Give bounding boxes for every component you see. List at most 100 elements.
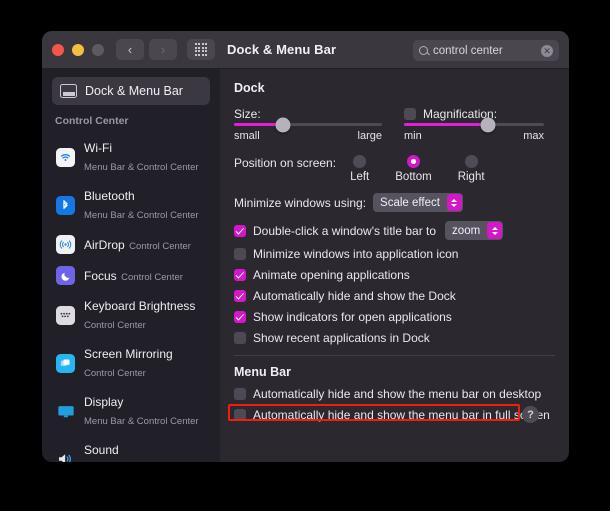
sidebar-item-display[interactable]: Display Menu Bar & Control Center bbox=[52, 388, 210, 434]
dock-size-label: Size: bbox=[234, 107, 261, 121]
dock-size-slider[interactable]: small large bbox=[234, 117, 382, 142]
sidebar-item-subtitle: Menu Bar & Control Center bbox=[84, 210, 199, 221]
settings-pane: Dock Size: small large Magnification: mi… bbox=[220, 69, 569, 462]
sidebar-item-text: Display Menu Bar & Control Center bbox=[84, 393, 206, 429]
magnification-max-label: max bbox=[523, 130, 544, 142]
dock-checkbox-row: Automatically hide and show the Dock bbox=[234, 289, 555, 303]
position-on-screen-row: Position on screen: Left Bottom Right bbox=[234, 155, 555, 183]
hide-menu-bar-fullscreen-label: Automatically hide and show the menu bar… bbox=[253, 408, 550, 422]
sidebar-item-label: Screen Mirroring bbox=[84, 347, 173, 361]
page-title: Dock & Menu Bar bbox=[227, 42, 337, 57]
animate-opening-checkbox[interactable] bbox=[234, 269, 246, 281]
sidebar-item-wifi[interactable]: Wi-Fi Menu Bar & Control Center bbox=[52, 134, 210, 180]
chevron-updown-icon bbox=[487, 222, 503, 239]
position-option-left[interactable]: Left bbox=[350, 155, 369, 183]
back-button[interactable]: ‹ bbox=[116, 39, 144, 60]
sidebar-item-keyboard-brightness[interactable]: Keyboard Brightness Control Center bbox=[52, 292, 210, 338]
auto-hide-dock-checkbox[interactable] bbox=[234, 290, 246, 302]
monitor-icon bbox=[60, 84, 77, 98]
window-titlebar: ‹ › Dock & Menu Bar control center ✕ bbox=[42, 31, 569, 69]
radio-right[interactable] bbox=[464, 155, 478, 168]
double-click-action-popup[interactable]: zoom bbox=[445, 221, 504, 240]
show-recent-apps-label: Show recent applications in Dock bbox=[253, 331, 430, 345]
slider-end-labels: small large bbox=[234, 130, 382, 142]
minimize-effect-label: Minimize windows using: bbox=[234, 195, 367, 210]
sidebar-item-label: Wi-Fi bbox=[84, 141, 112, 155]
menu-bar-section-title: Menu Bar bbox=[234, 365, 291, 379]
slider-track bbox=[404, 117, 544, 132]
radio-bottom-label: Bottom bbox=[395, 171, 432, 183]
sidebar-item-screen-mirroring[interactable]: Screen Mirroring Control Center bbox=[52, 340, 210, 386]
sidebar-item-text: Focus Control Center bbox=[84, 267, 183, 285]
section-divider bbox=[234, 355, 555, 356]
sidebar-item-focus[interactable]: Focus Control Center bbox=[52, 261, 210, 290]
show-all-grid-icon[interactable] bbox=[187, 39, 215, 60]
position-radio-group: Left Bottom Right bbox=[350, 155, 485, 183]
slider-row: Size: small large Magnification: min max bbox=[234, 105, 555, 142]
clear-search-icon[interactable]: ✕ bbox=[541, 44, 553, 57]
search-input[interactable]: control center bbox=[433, 45, 536, 57]
dock-checkbox-row: Show indicators for open applications bbox=[234, 310, 555, 324]
sidebar-item-subtitle: Control Center bbox=[84, 368, 146, 379]
radio-left-label: Left bbox=[350, 171, 370, 183]
sidebar-item-label: AirDrop bbox=[84, 237, 125, 252]
window-body: Dock & Menu Bar Control Center Wi-Fi Men… bbox=[42, 69, 569, 462]
minimize-into-icon-checkbox[interactable] bbox=[234, 248, 246, 260]
dock-size-group: Size: small large bbox=[234, 105, 382, 142]
display-icon bbox=[56, 402, 75, 421]
sidebar-item-subtitle: Control Center bbox=[84, 320, 146, 331]
sidebar-item-text: Screen Mirroring Control Center bbox=[84, 345, 206, 381]
help-button[interactable]: ? bbox=[522, 406, 539, 423]
minimize-effect-popup[interactable]: Scale effect bbox=[373, 193, 463, 212]
sidebar-item-text: Sound Menu Bar & Control Center bbox=[84, 441, 206, 462]
menu-bar-checkbox-row: Automatically hide and show the menu bar… bbox=[234, 387, 555, 401]
double-click-row: Double-click a window's title bar to zoo… bbox=[234, 221, 555, 240]
sidebar-item-subtitle: Menu Bar & Control Center bbox=[84, 416, 199, 427]
slider-knob[interactable] bbox=[480, 117, 496, 132]
show-indicators-label: Show indicators for open applications bbox=[253, 310, 452, 324]
sidebar-item-label: Sound bbox=[84, 443, 119, 457]
radio-left[interactable] bbox=[353, 155, 367, 168]
sidebar-item-label: Keyboard Brightness bbox=[84, 299, 196, 313]
sidebar-item-subtitle: Control Center bbox=[121, 271, 183, 283]
sidebar-item-text: Wi-Fi Menu Bar & Control Center bbox=[84, 139, 206, 175]
sidebar-item-dock-menu-bar[interactable]: Dock & Menu Bar bbox=[52, 77, 210, 105]
dock-size-label-row: Size: bbox=[234, 105, 382, 123]
slider-track bbox=[234, 117, 382, 132]
dock-size-max-label: large bbox=[357, 130, 382, 142]
navigation-buttons: ‹ › bbox=[116, 39, 177, 60]
show-recent-apps-checkbox[interactable] bbox=[234, 332, 246, 344]
position-label: Position on screen: bbox=[234, 156, 337, 170]
sidebar-item-sound[interactable]: Sound Menu Bar & Control Center bbox=[52, 436, 210, 462]
zoom-button bbox=[92, 43, 104, 56]
position-option-bottom[interactable]: Bottom bbox=[395, 155, 432, 183]
close-button[interactable] bbox=[52, 43, 64, 56]
position-option-right[interactable]: Right bbox=[458, 155, 485, 183]
double-click-checkbox[interactable] bbox=[234, 224, 246, 237]
sidebar-item-text: AirDrop Control Center bbox=[84, 236, 191, 254]
dock-magnification-slider[interactable]: min max bbox=[404, 117, 544, 142]
sidebar-item-label: Dock & Menu Bar bbox=[85, 84, 183, 98]
dock-section-title: Dock bbox=[234, 81, 265, 95]
hide-menu-bar-fullscreen-checkbox[interactable] bbox=[234, 409, 246, 421]
sidebar-item-airdrop[interactable]: AirDrop Control Center bbox=[52, 230, 210, 259]
show-indicators-checkbox[interactable] bbox=[234, 311, 246, 323]
sidebar-group-header: Control Center bbox=[55, 115, 129, 127]
hide-menu-bar-desktop-label: Automatically hide and show the menu bar… bbox=[253, 387, 542, 401]
auto-hide-dock-label: Automatically hide and show the Dock bbox=[253, 289, 456, 303]
sidebar-item-label: Focus bbox=[84, 268, 117, 283]
grid-icon bbox=[194, 43, 208, 56]
sidebar-item-bluetooth[interactable]: Bluetooth Menu Bar & Control Center bbox=[52, 182, 210, 228]
hide-menu-bar-desktop-checkbox[interactable] bbox=[234, 388, 246, 400]
sidebar-item-subtitle: Control Center bbox=[129, 240, 191, 252]
minimize-button[interactable] bbox=[72, 43, 84, 56]
radio-bottom[interactable] bbox=[406, 155, 420, 168]
magnification-checkbox[interactable] bbox=[404, 108, 416, 120]
sidebar-item-text: Bluetooth Menu Bar & Control Center bbox=[84, 187, 206, 223]
bluetooth-icon bbox=[56, 195, 75, 215]
slider-knob[interactable] bbox=[275, 117, 291, 132]
chevron-updown-icon bbox=[446, 194, 462, 211]
animate-opening-label: Animate opening applications bbox=[253, 268, 410, 282]
sidebar-item-text: Keyboard Brightness Control Center bbox=[84, 297, 206, 333]
search-field[interactable]: control center ✕ bbox=[413, 40, 559, 61]
